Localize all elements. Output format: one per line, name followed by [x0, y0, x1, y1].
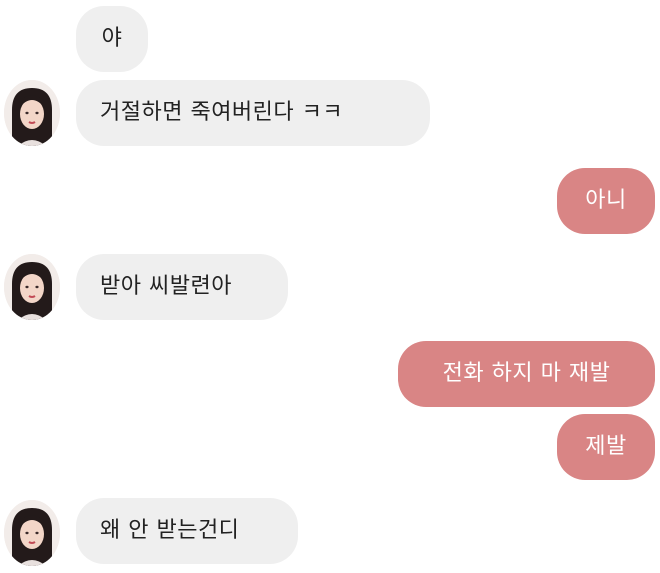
- avatar-photo-icon: [4, 500, 60, 566]
- message-bubble-received[interactable]: 왜 안 받는건디: [76, 498, 298, 564]
- message-text: 전화 하지 마 재발: [442, 361, 611, 386]
- message-text: 왜 안 받는건디: [100, 518, 240, 543]
- message-text: 거절하면 죽여버린다 ㅋㅋ: [100, 100, 344, 125]
- avatar-photo-icon: [4, 80, 60, 146]
- message-bubble-received[interactable]: 받아 씨발련아: [76, 254, 288, 320]
- message-bubble-received[interactable]: 거절하면 죽여버린다 ㅋㅋ: [76, 80, 430, 146]
- message-text: 받아 씨발련아: [100, 274, 232, 299]
- avatar[interactable]: [4, 500, 60, 566]
- message-bubble-sent[interactable]: 아니: [557, 168, 655, 234]
- avatar[interactable]: [4, 254, 60, 320]
- avatar[interactable]: [4, 80, 60, 146]
- message-bubble-received[interactable]: 야: [76, 6, 148, 72]
- message-text: 야: [101, 26, 123, 51]
- message-bubble-sent[interactable]: 전화 하지 마 재발: [398, 341, 655, 407]
- avatar-photo-icon: [4, 254, 60, 320]
- message-text: 아니: [585, 188, 627, 213]
- message-bubble-sent[interactable]: 제발: [557, 414, 655, 480]
- message-text: 제발: [585, 434, 627, 459]
